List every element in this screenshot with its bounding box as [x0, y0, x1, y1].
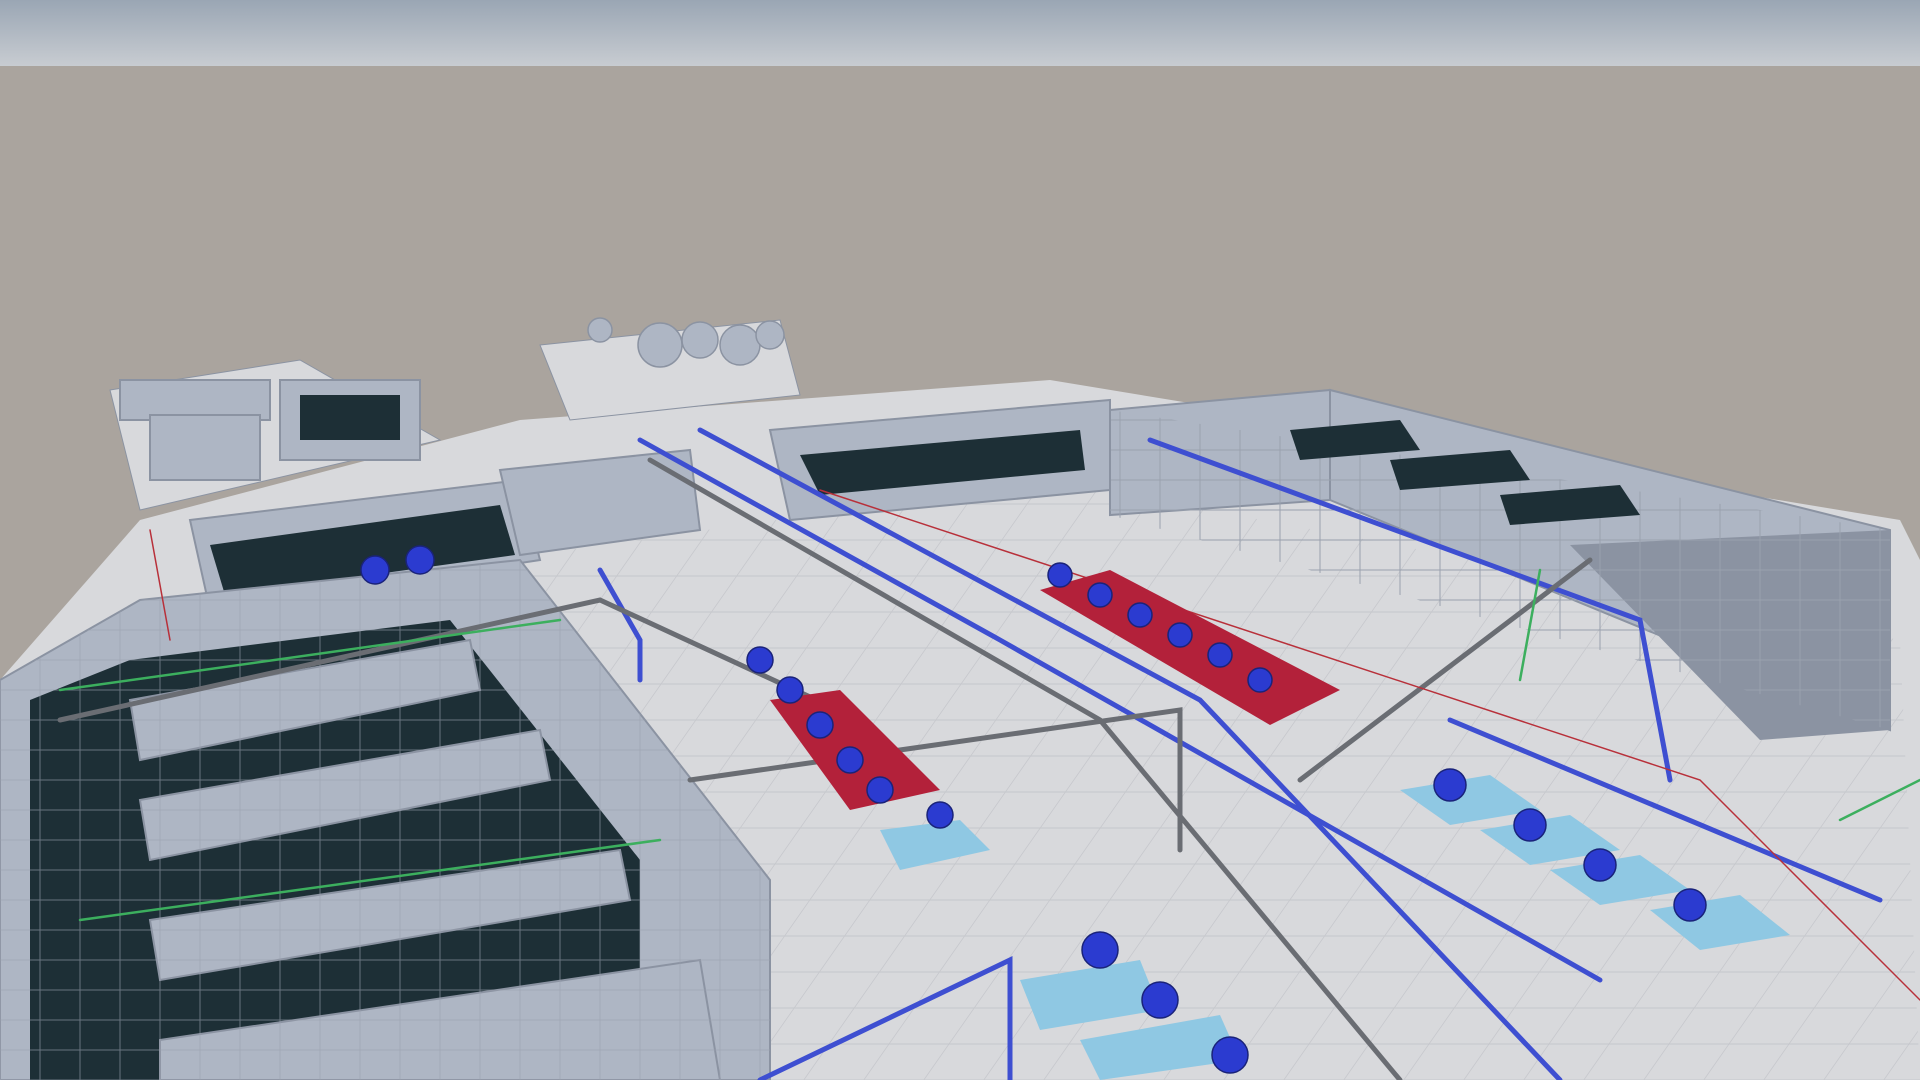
sky	[0, 0, 1920, 68]
wastewater-plant-3d-view	[0, 0, 1920, 1080]
